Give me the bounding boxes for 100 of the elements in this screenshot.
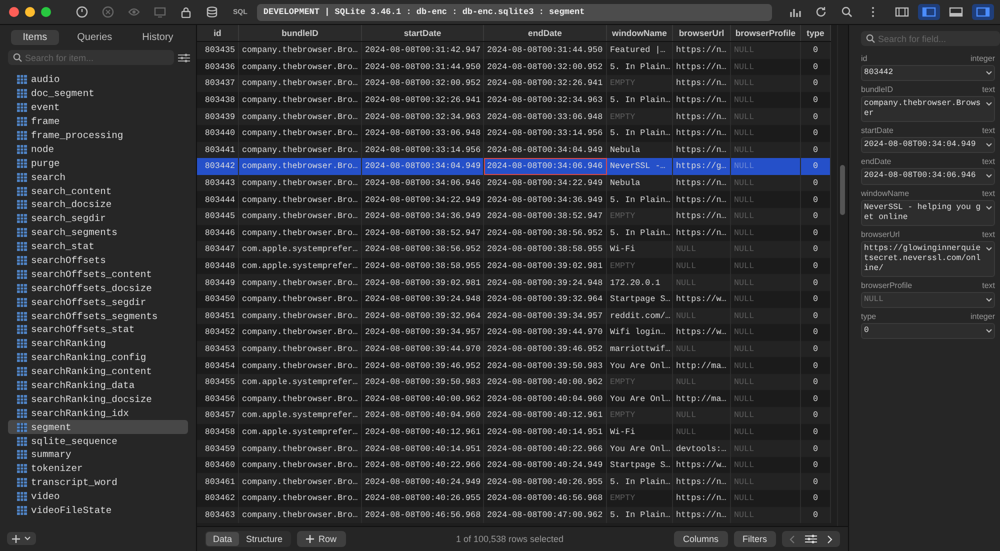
table-list-item[interactable]: search_stat <box>8 240 188 254</box>
table-row[interactable]: 803459 company.thebrowser.Bro… 2024-08-08T00:40:14.951 2024-08-08T00:40:22.966 You Are Onl… devtools:… NULL 0 <box>197 440 831 457</box>
toolbar-button[interactable]: Filters <box>734 531 776 547</box>
column-header[interactable]: bundleID <box>239 25 362 41</box>
sidebar-tab[interactable]: Queries <box>65 30 124 45</box>
search-icon[interactable] <box>841 6 853 18</box>
table-list-item[interactable]: frame <box>8 114 188 129</box>
table-row[interactable]: 803453 company.thebrowser.Bro… 2024-08-08T00:39:44.970 2024-08-08T00:39:46.952 marriottwif… NULL NULL 0 <box>197 340 831 358</box>
field-value-box[interactable]: 2024-08-08T00:34:06.946 <box>861 168 995 185</box>
table-list-item[interactable]: segment <box>8 420 188 434</box>
chevron-down-icon[interactable] <box>986 143 992 148</box>
toolbar-button[interactable]: Columns <box>674 531 728 547</box>
table-list-item[interactable]: searchOffsets_content <box>8 267 188 282</box>
table-list-item[interactable]: doc_segment <box>8 86 188 101</box>
table-list-item[interactable]: searchRanking_data <box>8 378 188 392</box>
chevron-down-icon[interactable] <box>986 174 992 178</box>
field-value-box[interactable]: 803442 <box>861 65 995 82</box>
chevron-down-icon[interactable] <box>986 329 992 334</box>
column-header[interactable]: startDate <box>362 25 484 41</box>
table-row[interactable]: 803436 company.thebrowser.Bro… 2024-08-08T00:31:44.950 2024-08-08T00:32:00.952 5. In Plain… https://n… NULL 0 <box>197 58 831 76</box>
panel-toggle-button[interactable] <box>918 4 940 20</box>
monitor-icon[interactable] <box>154 6 166 18</box>
column-header[interactable]: id <box>197 25 239 41</box>
chevron-down-icon[interactable] <box>986 71 992 75</box>
chevron-left-icon[interactable] <box>789 534 795 544</box>
chevron-down-icon[interactable] <box>986 206 992 210</box>
table-list-item[interactable]: transcript_word <box>8 476 188 490</box>
column-header[interactable]: browserUrl <box>673 25 731 41</box>
table-row[interactable]: 803445 company.thebrowser.Bro… 2024-08-08T00:34:36.949 2024-08-08T00:38:52.947 EMPTY https://n… NULL 0 <box>197 208 831 225</box>
table-row[interactable]: 803461 company.thebrowser.Bro… 2024-08-08T00:40:24.949 2024-08-08T00:40:26.955 5. In Plain… https://n… NULL 0 <box>197 473 831 490</box>
field-value-box[interactable]: company.thebrowser.Browser <box>861 96 995 122</box>
field-value-box[interactable]: https://glowinginnerquietsecret.neverssl.com/online/ <box>861 240 995 278</box>
table-list-item[interactable]: videoFileState <box>8 504 188 518</box>
table-list-item[interactable]: searchRanking_content <box>8 364 188 379</box>
filter-settings-icon[interactable] <box>178 52 190 62</box>
view-tab[interactable]: Data <box>206 532 240 546</box>
refresh-icon[interactable] <box>815 6 827 18</box>
sliders-icon[interactable] <box>805 534 817 544</box>
table-row[interactable]: 803442 company.thebrowser.Bro… 2024-08-08T00:34:04.949 2024-08-08T00:34:06.946 NeverSSL -… https://g… NULL 0 <box>197 158 831 175</box>
table-row[interactable]: 803448 com.apple.systemprefer… 2024-08-08T00:38:58.955 2024-08-08T00:39:02.981 EMPTY NULL NULL 0 <box>197 258 831 274</box>
table-row[interactable]: 803443 company.thebrowser.Bro… 2024-08-08T00:34:06.946 2024-08-08T00:34:22.949 Nebula https://n… NULL 0 <box>197 174 831 192</box>
table-row[interactable]: 803439 company.thebrowser.Bro… 2024-08-08T00:32:34.963 2024-08-08T00:33:06.948 EMPTY https://n… NULL 0 <box>197 108 831 125</box>
table-row[interactable]: 803449 company.thebrowser.Bro… 2024-08-08T00:39:02.981 2024-08-08T00:39:24.948 172.20.0.1 NULL NULL 0 <box>197 274 831 291</box>
column-header[interactable]: windowName <box>607 25 673 41</box>
table-list-item[interactable]: purge <box>8 156 188 170</box>
chevron-right-icon[interactable] <box>827 534 833 544</box>
chevron-down-icon[interactable] <box>986 298 992 302</box>
table-list-item[interactable]: audio <box>8 73 188 87</box>
table-row[interactable]: 803446 company.thebrowser.Bro… 2024-08-08T00:38:52.947 2024-08-08T00:38:56.952 5. In Plain… https://n… NULL 0 <box>197 224 831 242</box>
window-zoom-button[interactable] <box>41 7 51 17</box>
connection-path-bar[interactable]: DEVELOPMENT | SQLite 3.46.1 : db-enc : db-enc.sqlite3 : segment <box>257 4 772 20</box>
table-row[interactable]: 803447 com.apple.systemprefer… 2024-08-08T00:38:56.952 2024-08-08T00:38:58.955 Wi-Fi NULL NULL 0 <box>197 241 831 258</box>
table-list-item[interactable]: searchRanking_docsize <box>8 392 188 406</box>
eye-icon[interactable] <box>128 6 140 18</box>
chevron-down-icon[interactable] <box>986 102 992 106</box>
table-list-item[interactable]: searchRanking_idx <box>8 406 188 420</box>
scrollbar-thumb[interactable] <box>840 165 845 215</box>
field-value-box[interactable]: NeverSSL - helping you get online <box>861 200 995 226</box>
table-list-item[interactable]: frame_processing <box>8 128 188 142</box>
add-row-button[interactable]: Row <box>296 531 346 547</box>
add-item-button[interactable] <box>7 532 36 545</box>
chevron-down-icon[interactable] <box>986 246 992 251</box>
sidebar-tab[interactable]: History <box>130 30 186 45</box>
table-list-item[interactable]: search <box>8 170 188 184</box>
lock-icon[interactable] <box>180 6 192 18</box>
table-row[interactable]: 803441 company.thebrowser.Bro… 2024-08-08T00:33:14.956 2024-08-08T00:34:04.949 Nebula https://n… NULL 0 <box>197 142 831 158</box>
table-list-item[interactable]: searchOffsets_segdir <box>8 295 188 310</box>
sidebar-tab[interactable]: Items <box>10 30 60 45</box>
column-header[interactable]: type <box>801 25 831 41</box>
table-list-item[interactable]: searchOffsets_docsize <box>8 281 188 296</box>
table-row[interactable]: 803458 com.apple.systemprefer… 2024-08-08T00:40:12.961 2024-08-08T00:40:14.951 Wi-Fi NULL NULL 0 <box>197 424 831 440</box>
table-row[interactable]: 803455 com.apple.systemprefer… 2024-08-08T00:39:50.983 2024-08-08T00:40:00.962 EMPTY NULL NULL 0 <box>197 374 831 390</box>
table-list-item[interactable]: node <box>8 142 188 156</box>
table-row[interactable]: 803463 company.thebrowser.Bro… 2024-08-08T00:46:56.968 2024-08-08T00:47:00.962 5. In Plain… https://n… NULL 0 <box>197 506 831 524</box>
table-row[interactable]: 803437 company.thebrowser.Bro… 2024-08-08T00:32:00.952 2024-08-08T00:32:26.941 EMPTY https://n… NULL 0 <box>197 75 831 92</box>
table-row[interactable]: 803451 company.thebrowser.Bro… 2024-08-08T00:39:32.964 2024-08-08T00:39:34.957 reddit.com/… NULL NULL 0 <box>197 308 831 324</box>
chart-icon[interactable] <box>789 6 801 18</box>
window-close-button[interactable] <box>9 7 19 17</box>
table-list-item[interactable]: searchOffsets <box>8 254 188 268</box>
view-tab[interactable]: Structure <box>239 532 290 546</box>
table-list-item[interactable]: event <box>8 100 188 115</box>
table-row[interactable]: 803435 company.thebrowser.Bro… 2024-08-08T00:31:42.947 2024-08-08T00:31:44.950 Featured |… https://n… NULL 0 <box>197 42 831 59</box>
table-list-item[interactable]: search_content <box>8 184 188 198</box>
table-row[interactable]: 803438 company.thebrowser.Bro… 2024-08-08T00:32:26.941 2024-08-08T00:32:34.963 5. In Plain… https://n… NULL 0 <box>197 92 831 108</box>
table-list-item[interactable]: sqlite_sequence <box>8 434 188 448</box>
field-value-box[interactable]: 0 <box>861 323 995 340</box>
table-list-item[interactable]: tokenizer <box>8 462 188 476</box>
table-list-item[interactable]: search_segments <box>8 226 188 240</box>
table-list-item[interactable]: searchOffsets_segments <box>8 309 188 324</box>
column-header[interactable]: browserProfile <box>731 25 801 41</box>
field-value-box[interactable]: 2024-08-08T00:34:04.949 <box>861 137 995 154</box>
table-list-item[interactable]: searchRanking_config <box>8 350 188 365</box>
power-icon[interactable] <box>76 6 88 18</box>
window-minimize-button[interactable] <box>25 7 35 17</box>
table-list-item[interactable]: searchOffsets_stat <box>8 323 188 337</box>
panel-toggle-button[interactable] <box>972 4 994 20</box>
table-row[interactable]: 803460 company.thebrowser.Bro… 2024-08-08T00:40:22.966 2024-08-08T00:40:24.949 Startpage S… https://w… NULL 0 <box>197 456 831 474</box>
table-list-item[interactable]: searchRanking <box>8 336 188 351</box>
table-row[interactable]: 803457 com.apple.systemprefer… 2024-08-08T00:40:04.960 2024-08-08T00:40:12.961 EMPTY NULL NULL 0 <box>197 407 831 424</box>
column-header[interactable]: endDate <box>484 25 607 41</box>
